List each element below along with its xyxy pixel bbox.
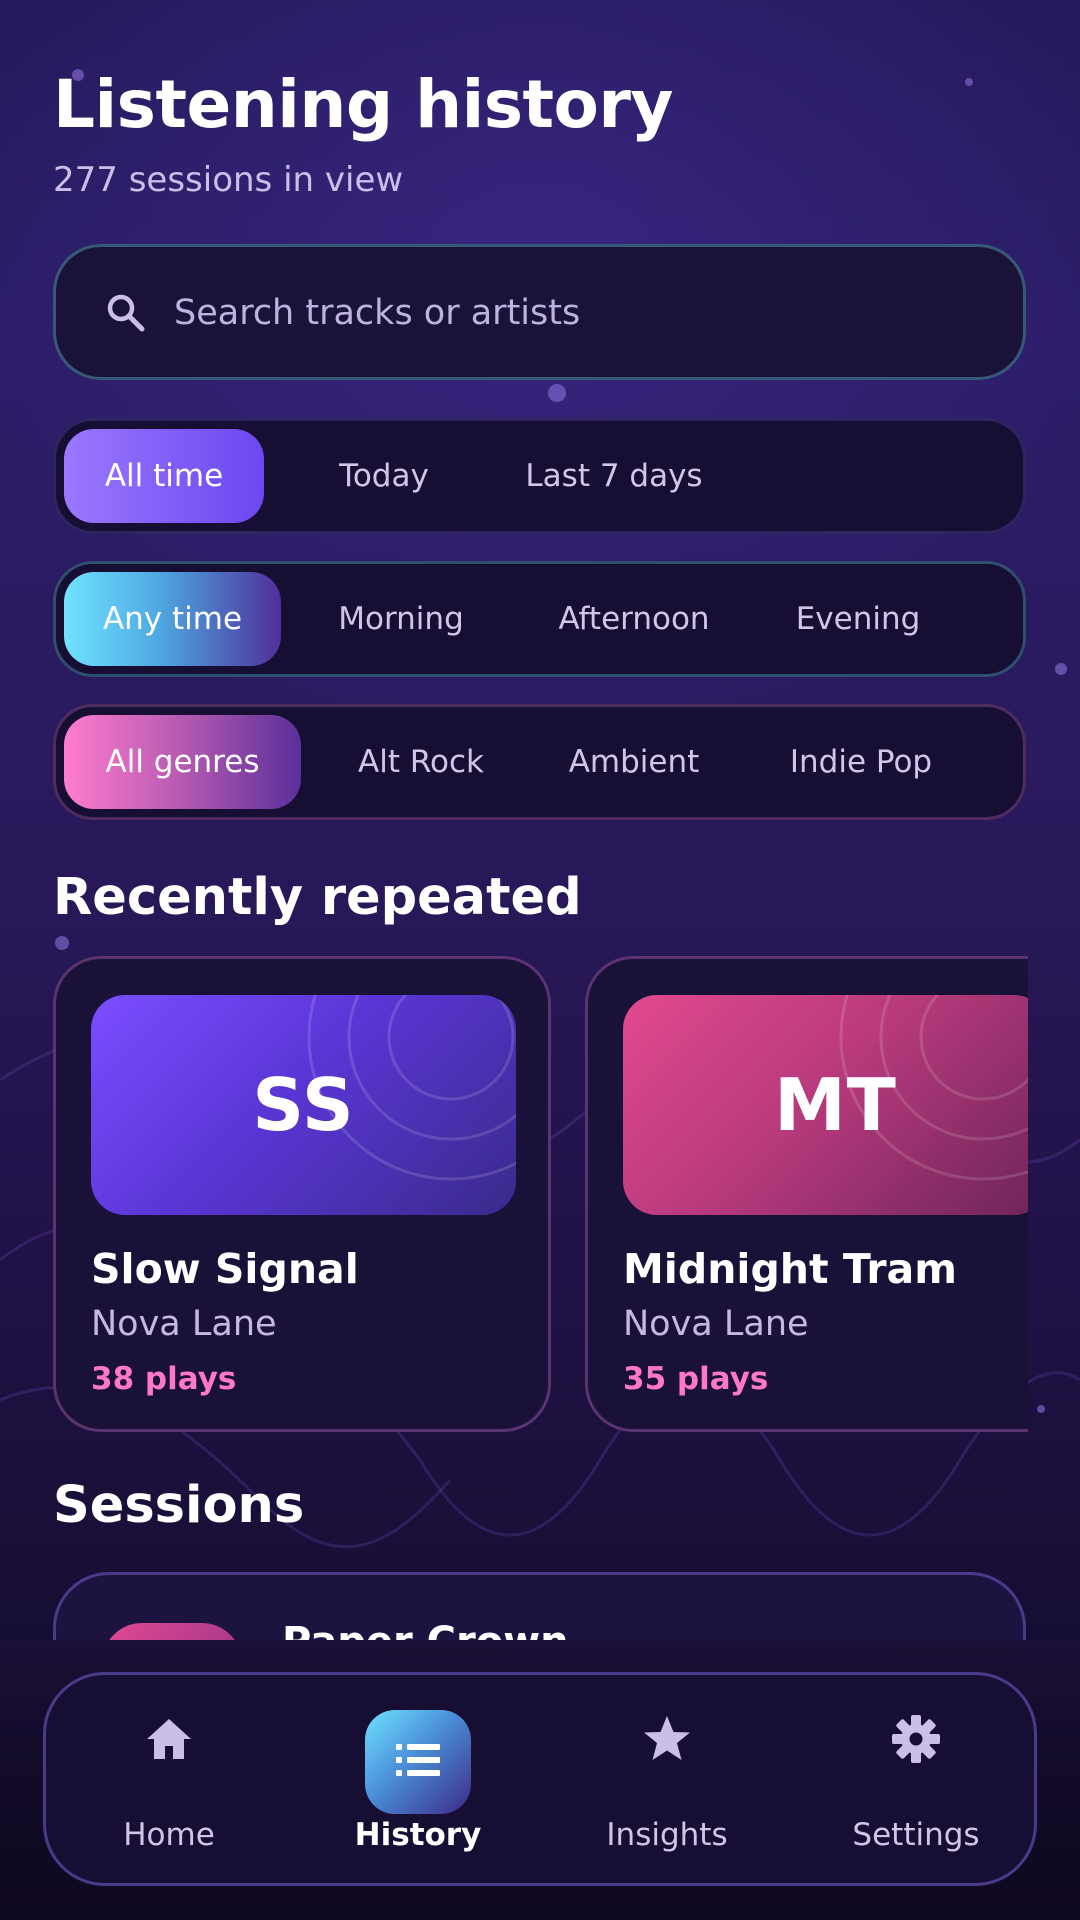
sessions-list: Paper Crown [53,1572,1028,1640]
track-title: Midnight Tram [623,1245,957,1293]
filter-all-genres[interactable]: All genres [64,715,301,809]
nav-label: Home [123,1817,215,1853]
page-title: Listening history [53,66,673,143]
track-card[interactable]: SS Slow Signal Nova Lane 38 plays [53,956,551,1432]
nav-settings[interactable]: Settings [816,1675,1016,1889]
session-count: 277 sessions in view [53,160,404,200]
album-art: MT [623,995,1028,1215]
nav-label: Insights [606,1817,728,1853]
search-bar[interactable] [53,244,1026,380]
play-count: 35 plays [623,1361,769,1397]
track-title: Slow Signal [91,1245,359,1293]
time-of-day-filter: Any time Morning Afternoon Evening [53,561,1026,677]
nav-history[interactable]: History [318,1675,518,1889]
session-row[interactable]: Paper Crown [53,1572,1026,1640]
range-filter: All time Today Last 7 days [53,418,1026,534]
gear-icon [892,1715,940,1763]
sessions-heading: Sessions [53,1476,305,1535]
home-icon [147,1719,191,1759]
track-card[interactable]: MT Midnight Tram Nova Lane 35 plays [585,956,1028,1432]
filter-ambient[interactable]: Ambient [534,715,734,809]
nav-label: History [354,1817,482,1853]
nav-label: Settings [852,1817,980,1853]
recently-repeated-heading: Recently repeated [53,868,582,927]
listening-history-screen: Listening history 277 sessions in view A… [0,0,1080,1920]
track-artist: Nova Lane [623,1304,809,1344]
list-icon [396,1744,440,1776]
album-initials: SS [252,1063,355,1147]
search-input[interactable] [174,275,994,351]
filter-today[interactable]: Today [304,429,464,523]
album-art: SS [91,995,516,1215]
nav-home[interactable]: Home [69,1675,269,1889]
recently-repeated-carousel[interactable]: SS Slow Signal Nova Lane 38 plays MT Mid… [53,956,1028,1434]
genre-filter: All genres Alt Rock Ambient Indie Pop [53,704,1026,820]
filter-all-time[interactable]: All time [64,429,264,523]
session-art [102,1623,242,1640]
track-artist: Nova Lane [91,1304,277,1344]
filter-indie-pop[interactable]: Indie Pop [751,715,971,809]
filter-afternoon[interactable]: Afternoon [534,572,734,666]
play-count: 38 plays [91,1361,237,1397]
search-icon [107,294,145,332]
filter-any-time[interactable]: Any time [64,572,281,666]
filter-evening[interactable]: Evening [758,572,958,666]
bottom-nav: Home History Insights Settings [43,1672,1037,1886]
filter-morning[interactable]: Morning [306,572,496,666]
nav-insights[interactable]: Insights [567,1675,767,1889]
star-icon [644,1716,690,1760]
filter-alt-rock[interactable]: Alt Rock [326,715,516,809]
filter-last-7-days[interactable]: Last 7 days [484,429,744,523]
album-initials: MT [774,1063,897,1147]
session-title: Paper Crown [282,1619,569,1640]
